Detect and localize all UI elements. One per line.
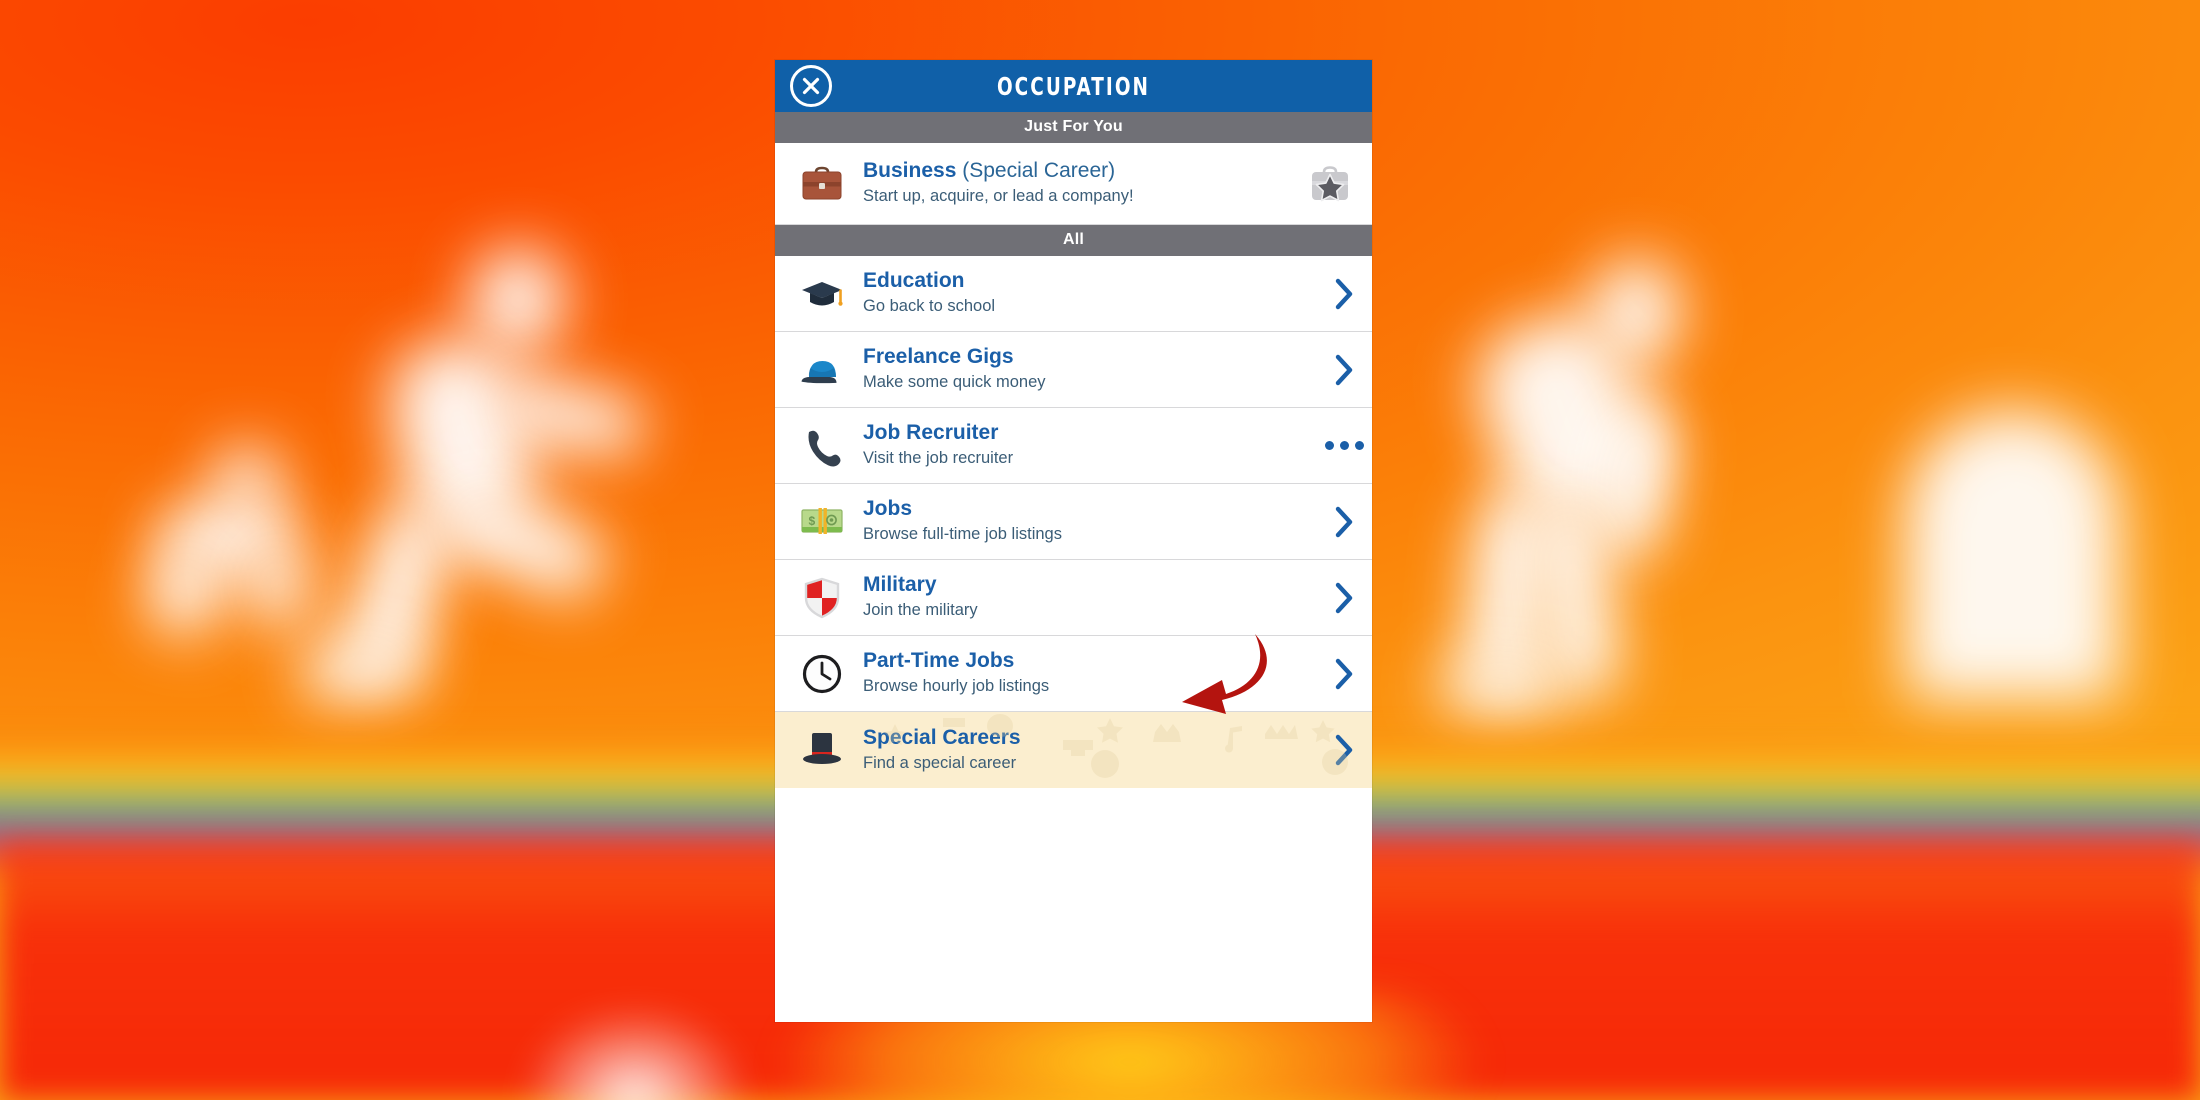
occupation-modal: OCCUPATION Just For You Business (Specia… [775, 60, 1372, 1022]
chevron-right-icon[interactable] [1316, 581, 1372, 615]
list-item-subtitle: Find a special career [863, 753, 1017, 772]
list-item-text: Freelance Gigs Make some quick money [851, 345, 1316, 393]
background-tombstone [1905, 410, 2120, 700]
ellipsis-icon[interactable] [1316, 441, 1372, 450]
list-item-title: Special Careers [863, 725, 1021, 749]
list-item-title: Business (Special Career) [863, 159, 1116, 183]
section-header-just-for-you: Just For You [775, 112, 1372, 143]
graduation-cap-icon [793, 265, 851, 323]
list-item-military[interactable]: Military Join the military [775, 560, 1372, 636]
list-item-subtitle: Browse full-time job listings [863, 525, 1062, 544]
chevron-right-icon[interactable] [1316, 657, 1372, 691]
list-item-title: Education [863, 269, 965, 293]
list-item-freelance-gigs[interactable]: Freelance Gigs Make some quick money [775, 332, 1372, 408]
list-item-subtitle: Join the military [863, 601, 978, 620]
baseball-cap-icon [793, 341, 851, 399]
top-hat-icon [793, 721, 851, 779]
ellipsis-dot [1354, 441, 1364, 450]
page-title: OCCUPATION [996, 71, 1151, 101]
list-item-title: Freelance Gigs [863, 345, 1014, 369]
list-item-text: Business (Special Career) Start up, acqu… [851, 159, 1302, 207]
close-icon[interactable] [790, 65, 832, 107]
list-item-subtitle: Go back to school [863, 297, 996, 316]
list-item-special-careers[interactable]: Special Careers Find a special career [775, 712, 1372, 788]
modal-titlebar: OCCUPATION [775, 60, 1372, 112]
list-item-title: Jobs [863, 497, 913, 521]
briefcase-icon [793, 155, 851, 213]
list-item-text: Part-Time Jobs Browse hourly job listing… [851, 649, 1316, 697]
clock-icon [793, 645, 851, 703]
list-item-part-time-jobs[interactable]: Part-Time Jobs Browse hourly job listing… [775, 636, 1372, 712]
telephone-icon [793, 417, 851, 475]
list-item-subtitle: Browse hourly job listings [863, 677, 1050, 696]
list-item-text: Military Join the military [851, 573, 1316, 621]
list-item-text: Education Go back to school [851, 269, 1316, 317]
chevron-right-icon[interactable] [1316, 353, 1372, 387]
shield-icon [793, 569, 851, 627]
list-item-job-recruiter[interactable]: Job Recruiter Visit the job recruiter [775, 408, 1372, 484]
list-item-education[interactable]: Education Go back to school [775, 256, 1372, 332]
money-icon: $ [793, 493, 851, 551]
list-item-text: Job Recruiter Visit the job recruiter [851, 421, 1316, 469]
special-career-badge [1302, 161, 1372, 207]
list-item-title: Job Recruiter [863, 421, 999, 445]
list-item-subtitle: Make some quick money [863, 373, 1046, 392]
background-figure-runner-head [470, 248, 566, 352]
ellipsis-dot [1339, 441, 1349, 450]
list-item-jobs[interactable]: $ Jobs Browse full-time job listings [775, 484, 1372, 560]
ellipsis-dot [1324, 441, 1334, 450]
list-item-text: Special Careers Find a special career [851, 726, 1316, 774]
background-figure-elder-foot [1440, 660, 1560, 712]
list-item-title: Part-Time Jobs [863, 649, 1015, 673]
svg-text:$: $ [809, 514, 816, 528]
chevron-right-icon[interactable] [1316, 733, 1372, 767]
list-item-title: Military [863, 573, 937, 597]
list-item-business[interactable]: Business (Special Career) Start up, acqu… [775, 143, 1372, 225]
list-item-subtitle: Start up, acquire, or lead a company! [863, 187, 1134, 206]
list-item-subtitle: Visit the job recruiter [863, 449, 1014, 468]
list-item-text: Jobs Browse full-time job listings [851, 497, 1316, 545]
section-header-all: All [775, 225, 1372, 256]
chevron-right-icon[interactable] [1316, 505, 1372, 539]
chevron-right-icon[interactable] [1316, 277, 1372, 311]
